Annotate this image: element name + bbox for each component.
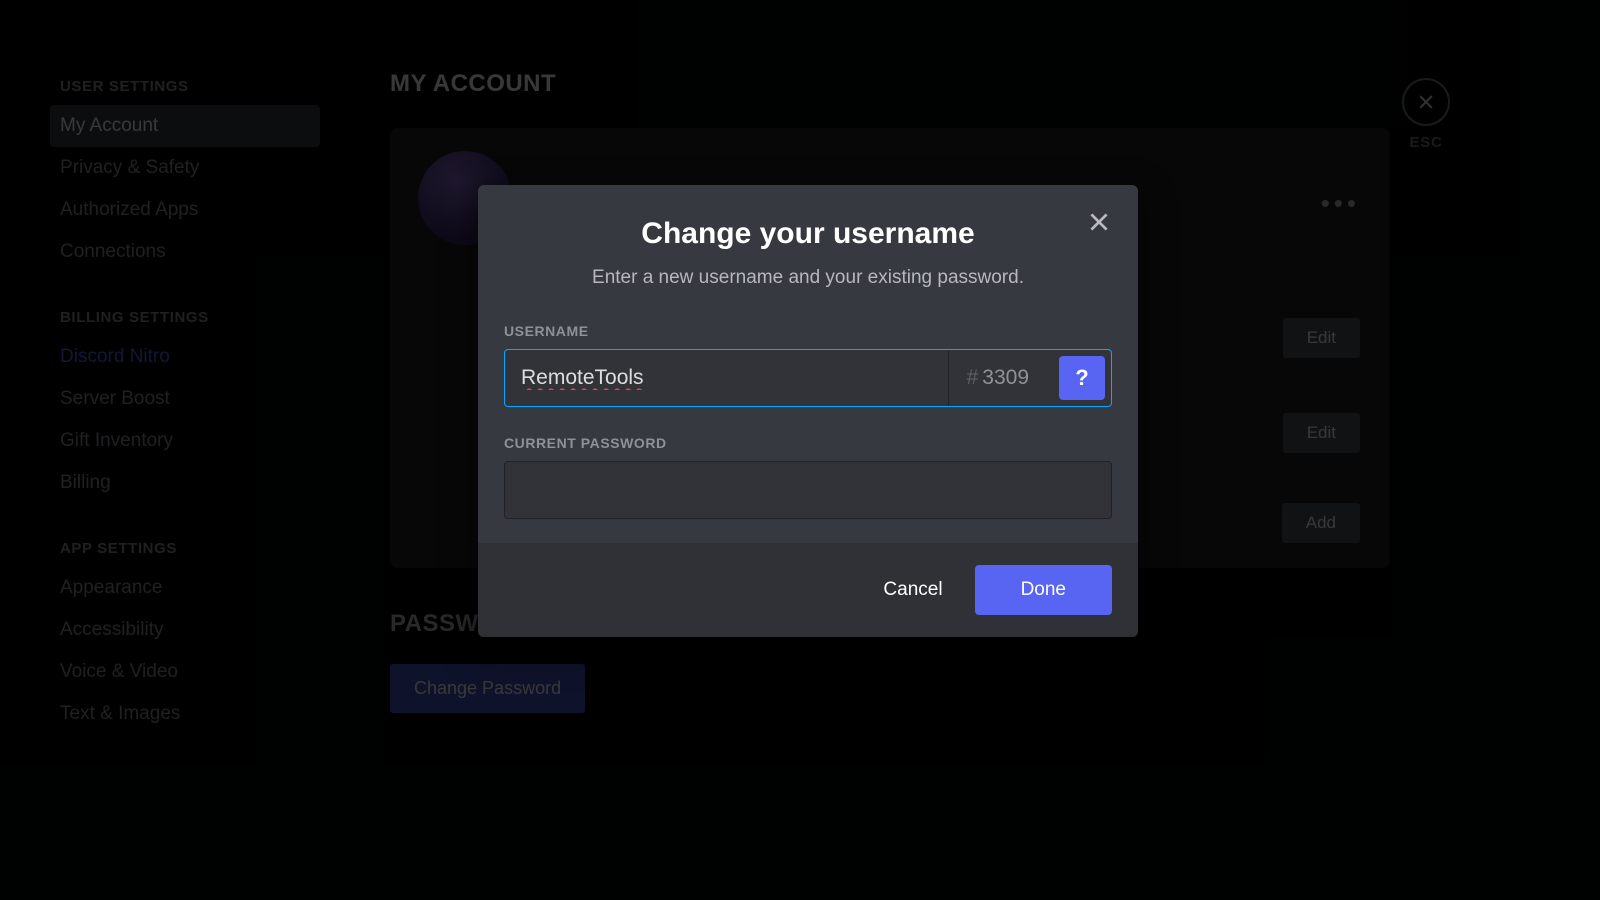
modal-title: Change your username xyxy=(504,217,1112,251)
question-icon: ? xyxy=(1075,365,1088,391)
discriminator-help-button[interactable]: ? xyxy=(1059,356,1105,400)
discriminator-hash: # xyxy=(967,366,979,390)
change-username-modal: Change your username Enter a new usernam… xyxy=(478,185,1138,637)
modal-subtitle: Enter a new username and your existing p… xyxy=(504,267,1112,289)
discriminator: # 3309 xyxy=(949,350,1047,406)
password-field-label: CURRENT PASSWORD xyxy=(504,435,1112,451)
current-password-input[interactable] xyxy=(504,461,1112,519)
modal-close-button[interactable] xyxy=(1086,209,1112,240)
modal-footer: Cancel Done xyxy=(478,543,1138,637)
username-field-label: USERNAME xyxy=(504,323,1112,339)
cancel-button[interactable]: Cancel xyxy=(879,567,946,613)
username-input[interactable] xyxy=(505,350,948,406)
close-icon xyxy=(1086,209,1112,235)
username-field-wrapper: # 3309 ? xyxy=(504,349,1112,407)
discriminator-value: 3309 xyxy=(982,366,1029,390)
done-button[interactable]: Done xyxy=(975,565,1112,615)
